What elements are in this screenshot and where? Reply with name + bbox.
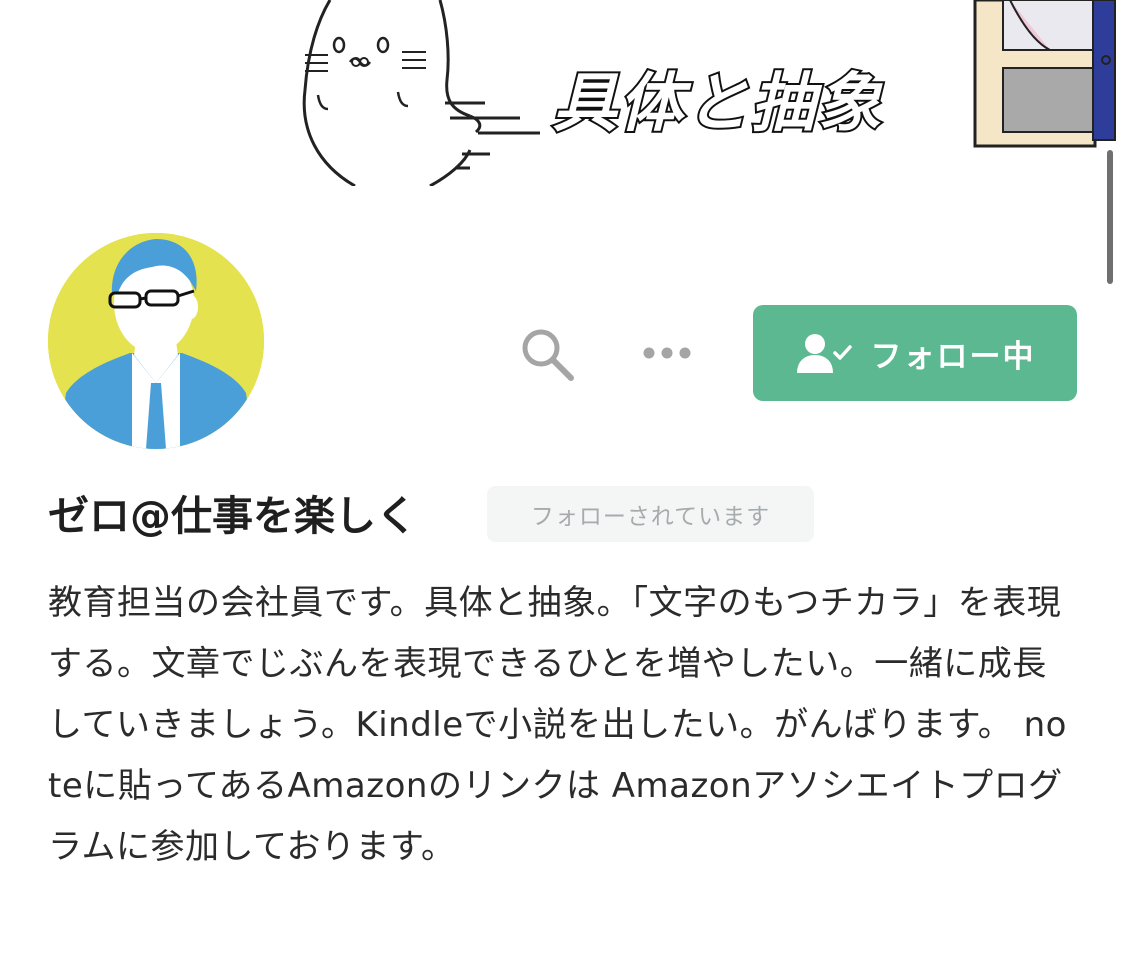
- scrollbar-thumb[interactable]: [1107, 150, 1113, 284]
- following-button-label: フォロー中: [870, 338, 1036, 375]
- user-check-icon: [796, 334, 852, 373]
- profile-page: 具体と抽象 フォロー中 ゼロ@仕事を楽しく フォローされています 教育担当の会社…: [0, 0, 1123, 954]
- search-button[interactable]: [515, 324, 579, 384]
- profile-bio: 教育担当の会社員です。具体と抽象。「文字のもつチカラ」を表現する。文章でじぶんを…: [48, 583, 1067, 867]
- user-name: ゼロ@仕事を楽しく: [48, 492, 417, 540]
- follows-you-badge: フォローされています: [487, 486, 814, 542]
- more-icon: [643, 347, 691, 359]
- more-button[interactable]: [635, 334, 699, 372]
- header-banner: 具体と抽象: [0, 0, 1123, 186]
- avatar-illustration: [48, 233, 264, 449]
- avatar[interactable]: [48, 233, 264, 449]
- banner-title: 具体と抽象: [551, 67, 883, 141]
- search-icon: [522, 329, 574, 381]
- following-button[interactable]: フォロー中: [753, 305, 1077, 401]
